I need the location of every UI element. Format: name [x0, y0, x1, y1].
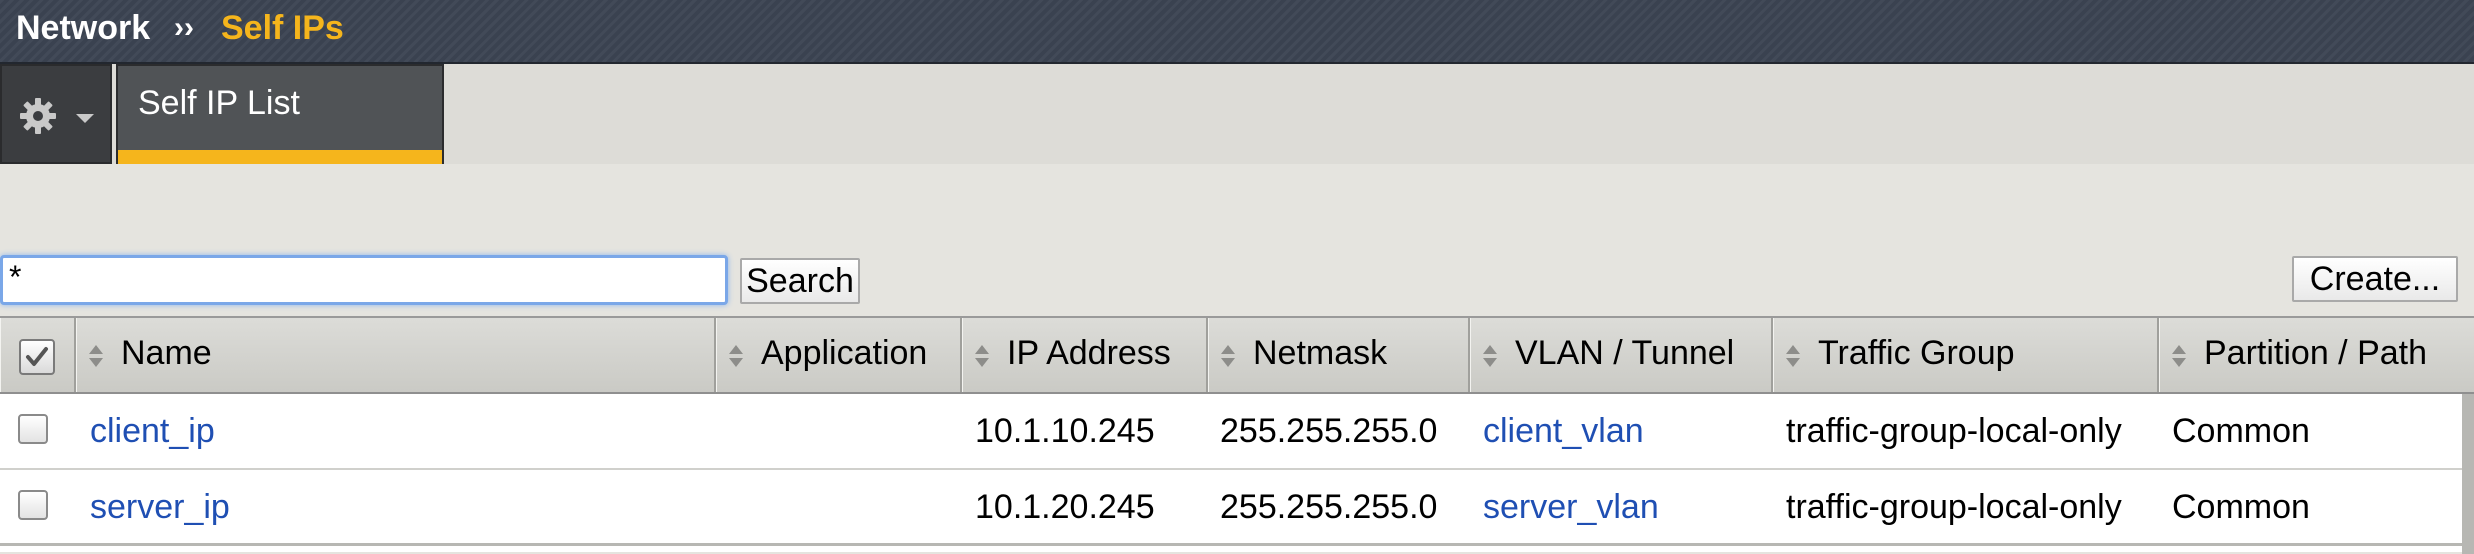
- column-label-traffic-group: Traffic Group: [1818, 334, 2015, 372]
- gear-icon: [20, 98, 56, 134]
- search-input[interactable]: [0, 255, 728, 305]
- column-label-netmask: Netmask: [1253, 334, 1388, 372]
- self-ip-name-link[interactable]: server_ip: [90, 488, 230, 527]
- column-header-traffic-group[interactable]: Traffic Group: [1773, 318, 2159, 392]
- table-row: server_ip 10.1.20.245 255.255.255.0 serv…: [0, 470, 2462, 546]
- table-row: client_ip 10.1.10.245 255.255.255.0 clie…: [0, 394, 2462, 470]
- ip-address-cell: 10.1.20.245: [975, 488, 1155, 526]
- create-button[interactable]: Create...: [2292, 256, 2458, 302]
- tab-label: Self IP List: [138, 84, 300, 122]
- self-ip-name-link[interactable]: client_ip: [90, 412, 215, 451]
- table-header: Name Application IP Address Netmask VLAN…: [0, 318, 2474, 394]
- column-label-application: Application: [761, 334, 928, 372]
- column-header-name[interactable]: Name: [76, 318, 716, 392]
- checkmark-icon: [26, 347, 48, 366]
- settings-menu-button[interactable]: [0, 64, 112, 164]
- top-navigation-bar: Network ›› Self IPs: [0, 0, 2474, 64]
- column-header-netmask[interactable]: Netmask: [1208, 318, 1470, 392]
- select-all-column: [0, 318, 76, 392]
- sort-icon: [89, 345, 103, 367]
- table-right-border: [2462, 394, 2474, 554]
- sort-icon: [2172, 345, 2186, 367]
- breadcrumb-network[interactable]: Network: [16, 6, 150, 50]
- partition-cell: Common: [2172, 488, 2310, 526]
- netmask-cell: 255.255.255.0: [1220, 412, 1438, 450]
- column-label-name: Name: [121, 334, 212, 372]
- row-checkbox[interactable]: [18, 490, 48, 520]
- column-header-application[interactable]: Application: [716, 318, 962, 392]
- vlan-link[interactable]: server_vlan: [1483, 488, 1659, 527]
- column-header-partition-path[interactable]: Partition / Path: [2159, 318, 2474, 392]
- breadcrumb-separator: ››: [174, 11, 194, 44]
- chevron-down-icon: [76, 114, 94, 123]
- traffic-group-cell: traffic-group-local-only: [1786, 488, 2122, 526]
- column-header-ip-address[interactable]: IP Address: [962, 318, 1208, 392]
- tab-strip: Self IP List: [0, 64, 2474, 164]
- self-ip-table: Name Application IP Address Netmask VLAN…: [0, 316, 2474, 554]
- row-checkbox[interactable]: [18, 414, 48, 444]
- sort-icon: [729, 345, 743, 367]
- sort-icon: [1786, 345, 1800, 367]
- sort-icon: [1221, 345, 1235, 367]
- active-tab-indicator: [118, 150, 442, 164]
- column-label-ip-address: IP Address: [1007, 334, 1171, 372]
- sort-icon: [1483, 345, 1497, 367]
- column-label-vlan-tunnel: VLAN / Tunnel: [1515, 334, 1735, 372]
- column-label-partition-path: Partition / Path: [2204, 334, 2428, 372]
- breadcrumb-self-ips: Self IPs: [221, 9, 344, 47]
- sort-icon: [975, 345, 989, 367]
- partition-cell: Common: [2172, 412, 2310, 450]
- traffic-group-cell: traffic-group-local-only: [1786, 412, 2122, 450]
- ip-address-cell: 10.1.10.245: [975, 412, 1155, 450]
- select-all-checkbox[interactable]: [19, 339, 55, 375]
- netmask-cell: 255.255.255.0: [1220, 488, 1438, 526]
- tab-self-ip-list[interactable]: Self IP List: [116, 64, 444, 164]
- vlan-link[interactable]: client_vlan: [1483, 412, 1644, 451]
- column-header-vlan-tunnel[interactable]: VLAN / Tunnel: [1470, 318, 1773, 392]
- search-button[interactable]: Search: [740, 258, 860, 304]
